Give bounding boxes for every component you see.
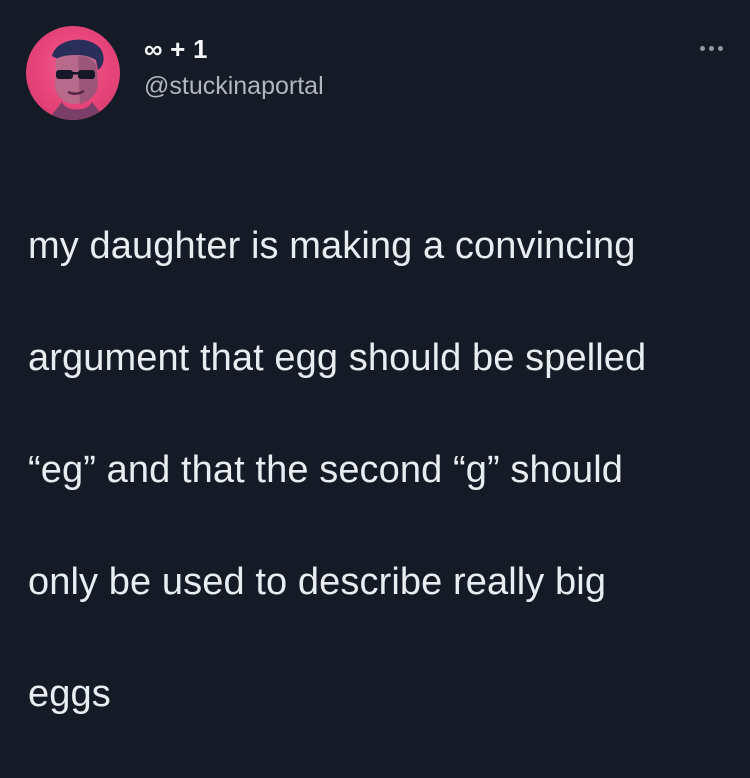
tweet-text-line: eggs: [28, 673, 111, 715]
tweet-text-line: my daughter is making a convincing: [28, 225, 636, 267]
tweet-text-line: argument that egg should be spelled: [28, 337, 647, 379]
avatar[interactable]: [26, 26, 120, 120]
more-horizontal-icon[interactable]: [694, 40, 728, 56]
tweet-text-line: “eg” and that the second “g” should: [28, 449, 623, 491]
more-dot: [708, 45, 714, 51]
tweet-text-line: only be used to describe really big: [28, 561, 607, 603]
username-handle[interactable]: @stuckinaportal: [144, 70, 324, 102]
avatar-portrait-icon: [48, 39, 106, 120]
tweet-text: my daughter is making a convincing argum…: [28, 162, 728, 778]
more-dot: [699, 45, 705, 51]
author-names: ∞ + 1 @stuckinaportal: [144, 34, 324, 102]
tweet-header: ∞ + 1 @stuckinaportal: [26, 26, 726, 120]
tweet-card[interactable]: ∞ + 1 @stuckinaportal my daughter is mak…: [0, 0, 750, 715]
more-dot: [717, 45, 723, 51]
display-name[interactable]: ∞ + 1: [144, 34, 324, 64]
